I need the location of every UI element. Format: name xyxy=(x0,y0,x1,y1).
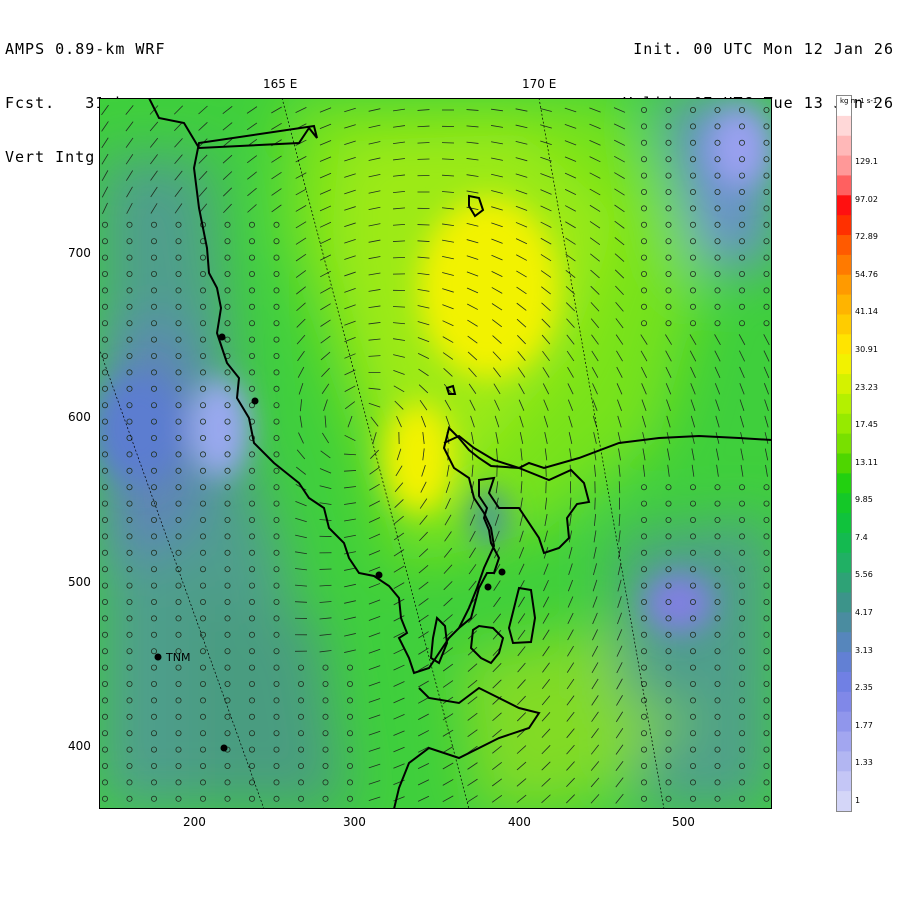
colorbar-swatch xyxy=(837,215,851,236)
colorbar-swatch xyxy=(837,473,851,494)
init-time: Init. 00 UTC Mon 12 Jan 26 xyxy=(633,40,894,58)
vapor-transport-field: TNM xyxy=(99,98,772,809)
colorbar-swatch xyxy=(837,493,851,514)
colorbar-swatch xyxy=(837,115,851,137)
colorbar-swatch xyxy=(837,513,851,534)
colorbar-tick-label: 54.76 xyxy=(855,269,878,279)
station-dot xyxy=(498,568,506,576)
colorbar-tick-label: 30.91 xyxy=(855,344,878,354)
colorbar-tick-label: 97.02 xyxy=(855,194,878,204)
station-dot xyxy=(154,653,162,661)
colorbar-swatch xyxy=(837,393,851,415)
colorbar-tick-label: 1.33 xyxy=(855,758,873,768)
colorbar-tick-label: 72.89 xyxy=(855,232,878,242)
colorbar xyxy=(836,95,852,812)
colorbar-tick-label: 17.45 xyxy=(855,420,878,430)
colorbar-tick-label: 3.13 xyxy=(855,645,873,655)
colorbar-swatch xyxy=(837,691,851,713)
colorbar-swatch xyxy=(837,155,851,176)
station-label-tnm: TNM xyxy=(165,651,190,664)
colorbar-swatch xyxy=(837,771,851,792)
station-dot xyxy=(251,397,259,405)
flow-vector xyxy=(471,448,474,461)
colorbar-tick-label: 5.56 xyxy=(855,570,873,580)
colorbar-swatch xyxy=(837,671,851,693)
colorbar-swatch xyxy=(837,652,851,673)
colorbar-swatch xyxy=(837,711,851,733)
colorbar-swatch xyxy=(837,135,851,157)
model-title: AMPS 0.89-km WRF xyxy=(5,40,166,58)
colorbar-swatch xyxy=(837,433,851,454)
colorbar-tick-label: 9.85 xyxy=(855,495,873,505)
station-dot xyxy=(375,571,383,579)
colorbar-tick-label: 1 xyxy=(855,796,861,805)
colorbar-tick-label: 23.23 xyxy=(855,382,878,392)
y-tick-label: 700 xyxy=(68,246,91,260)
colorbar-tick-label: 1.77 xyxy=(855,720,873,730)
colorbar-tick-label: 13.11 xyxy=(855,457,878,467)
y-tick-label: 400 xyxy=(68,739,91,753)
colorbar-tick-label: 41.14 xyxy=(855,307,878,317)
colorbar-swatches xyxy=(837,96,851,812)
colorbar-swatch xyxy=(837,274,851,296)
colorbar-tick-label: 4.17 xyxy=(855,608,873,618)
colorbar-swatch xyxy=(837,235,851,256)
colorbar-tick-label: 2.35 xyxy=(855,683,873,693)
colorbar-swatch xyxy=(837,354,851,375)
colorbar-tick-label: 129.1 xyxy=(855,157,878,166)
station-dot xyxy=(220,744,228,752)
colorbar-swatch xyxy=(837,254,851,276)
colorbar-swatch xyxy=(837,632,851,653)
y-tick-label: 500 xyxy=(68,575,91,589)
station-dot xyxy=(484,583,492,591)
colorbar-swatch xyxy=(837,334,851,355)
colorbar-swatch xyxy=(837,453,851,474)
colorbar-swatch xyxy=(837,314,851,335)
longitude-label-170e: 170 E xyxy=(522,77,557,91)
y-tick-label: 600 xyxy=(68,410,91,424)
colorbar-swatch xyxy=(837,751,851,772)
x-tick-label: 500 xyxy=(672,815,695,829)
colorbar-swatch xyxy=(837,175,851,196)
x-tick-label: 200 xyxy=(183,815,206,829)
colorbar-swatch xyxy=(837,294,851,315)
colorbar-swatch xyxy=(837,413,851,435)
flow-vector xyxy=(618,481,621,494)
x-tick-label: 400 xyxy=(508,815,531,829)
colorbar-swatch xyxy=(837,552,851,574)
map-plot: TNM xyxy=(99,98,772,809)
longitude-label-165e: 165 E xyxy=(263,77,298,91)
colorbar-swatch xyxy=(837,731,851,752)
station-dot xyxy=(218,333,226,341)
colorbar-swatch xyxy=(837,532,851,554)
colorbar-swatch xyxy=(837,612,851,633)
x-tick-label: 300 xyxy=(343,815,366,829)
colorbar-swatch xyxy=(837,195,851,216)
colorbar-swatch xyxy=(837,374,851,395)
colorbar-swatch xyxy=(837,592,851,613)
colorbar-tick-label: 7.4 xyxy=(855,532,868,542)
colorbar-swatch xyxy=(837,572,851,594)
colorbar-swatch xyxy=(837,791,851,812)
colorbar-unit: kg m-1 s-1 xyxy=(840,97,878,105)
